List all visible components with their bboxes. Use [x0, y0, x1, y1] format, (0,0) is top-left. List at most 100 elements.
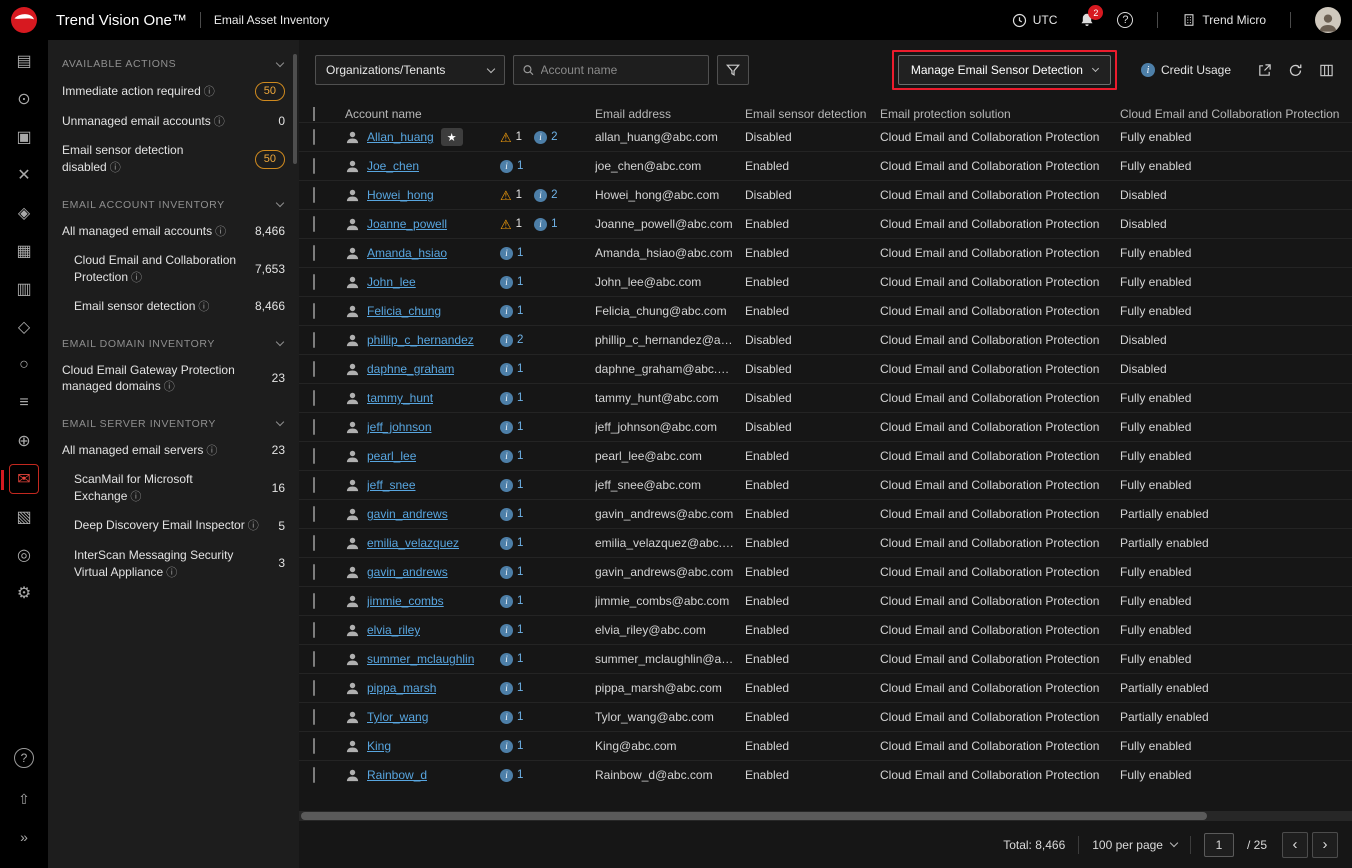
sidebar-item[interactable]: All managed email serversⓘ 23 — [48, 436, 299, 465]
identity-security-icon[interactable]: ≡ — [9, 388, 39, 418]
info-badge[interactable]: i1 — [500, 276, 523, 289]
account-name-link[interactable]: jeff_johnson — [367, 420, 432, 434]
account-name-link[interactable]: Joe_chen — [367, 159, 419, 173]
account-name-link[interactable]: John_lee — [367, 275, 416, 289]
row-checkbox[interactable] — [313, 477, 315, 493]
table-row[interactable]: Joanne_powell ⚠1 i1 Joanne_powell@abc.co… — [299, 209, 1352, 238]
current-page-input[interactable]: 1 — [1204, 833, 1234, 857]
column-header-cloud-email-protection[interactable]: Cloud Email and Collaboration Protection — [1120, 107, 1352, 121]
account-name-link[interactable]: Rainbow_d — [367, 768, 427, 782]
table-row[interactable]: Felicia_chung i1 Felicia_chung@abc.com E… — [299, 296, 1352, 325]
search-icon[interactable]: ○ — [9, 350, 39, 380]
column-header-email-protection-solution[interactable]: Email protection solution — [880, 107, 1120, 121]
account-name-link[interactable]: King — [367, 739, 391, 753]
sidebar-item[interactable]: Deep Discovery Email Inspectorⓘ 5 — [48, 511, 299, 540]
table-row[interactable]: Allan_huang ★ ⚠1 i2 allan_huang@abc.com … — [299, 122, 1352, 151]
row-checkbox[interactable] — [313, 767, 315, 783]
row-checkbox[interactable] — [313, 709, 315, 725]
search-input[interactable] — [541, 63, 700, 77]
account-name-link[interactable]: daphne_graham — [367, 362, 454, 376]
sidebar-item[interactable]: InterScan Messaging Security Virtual App… — [48, 541, 299, 587]
response-management-icon[interactable]: ▦ — [9, 236, 39, 266]
info-badge[interactable]: i1 — [500, 624, 523, 637]
table-row[interactable]: emilia_velazquez i1 emilia_velazquez@abc… — [299, 528, 1352, 557]
info-badge[interactable]: i1 — [500, 537, 523, 550]
sidebar-scrollbar[interactable] — [293, 54, 297, 164]
help-icon[interactable]: ? — [14, 748, 34, 768]
targets-icon[interactable]: ◈ — [9, 198, 39, 228]
refresh-button[interactable] — [1288, 63, 1303, 78]
warning-badge[interactable]: ⚠1 — [500, 218, 522, 231]
filter-button[interactable] — [717, 55, 749, 85]
table-row[interactable]: elvia_riley i1 elvia_riley@abc.com Enabl… — [299, 615, 1352, 644]
help-button[interactable]: ? — [1106, 0, 1144, 40]
table-row[interactable]: summer_mclaughlin i1 summer_mclaughlin@a… — [299, 644, 1352, 673]
row-checkbox[interactable] — [313, 332, 315, 348]
row-checkbox[interactable] — [313, 680, 315, 696]
info-badge[interactable]: i1 — [534, 218, 557, 231]
sidebar-section-header[interactable]: EMAIL SERVER INVENTORY — [48, 408, 299, 436]
reports-icon[interactable]: ▥ — [9, 274, 39, 304]
table-row[interactable]: Tylor_wang i1 Tylor_wang@abc.com Enabled… — [299, 702, 1352, 731]
row-checkbox[interactable] — [313, 622, 315, 638]
row-checkbox[interactable] — [313, 651, 315, 667]
table-row[interactable]: Rainbow_d i1 Rainbow_d@abc.com Enabled C… — [299, 760, 1352, 789]
collapse-rail-icon[interactable]: » — [9, 822, 39, 852]
select-all-checkbox[interactable] — [313, 107, 315, 121]
account-name-link[interactable]: tammy_hunt — [367, 391, 433, 405]
table-row[interactable]: Joe_chen i1 joe_chen@abc.com Enabled Clo… — [299, 151, 1352, 180]
sidebar-item[interactable]: Unmanaged email accountsⓘ 0 — [48, 107, 299, 136]
info-badge[interactable]: i1 — [500, 769, 523, 782]
row-checkbox[interactable] — [313, 390, 315, 406]
sidebar-item[interactable]: Email sensor detection disabledⓘ 50 — [48, 136, 299, 182]
account-name-link[interactable]: Howei_hong — [367, 188, 434, 202]
row-checkbox[interactable] — [313, 129, 315, 145]
sidebar-item[interactable]: Email sensor detectionⓘ 8,466 — [48, 292, 299, 321]
account-name-link[interactable]: elvia_riley — [367, 623, 420, 637]
column-settings-button[interactable] — [1319, 63, 1334, 78]
row-checkbox[interactable] — [313, 738, 315, 754]
next-page-button[interactable]: › — [1312, 832, 1338, 858]
column-header-account-name[interactable]: Account name — [345, 107, 595, 121]
console-export-icon[interactable]: ⇧ — [9, 784, 39, 814]
account-name-link[interactable]: jeff_snee — [367, 478, 416, 492]
sidebar-item[interactable]: Immediate action requiredⓘ 50 — [48, 76, 299, 107]
sidebar-section-header[interactable]: EMAIL ACCOUNT INVENTORY — [48, 189, 299, 217]
endpoint-security-icon[interactable]: ▧ — [9, 502, 39, 532]
account-name-link[interactable]: gavin_andrews — [367, 565, 448, 579]
sidebar-item[interactable]: ScanMail for Microsoft Exchangeⓘ 16 — [48, 465, 299, 511]
row-checkbox[interactable] — [313, 216, 315, 232]
row-checkbox[interactable] — [313, 361, 315, 377]
account-name-link[interactable]: pearl_lee — [367, 449, 416, 463]
info-badge[interactable]: i2 — [534, 189, 557, 202]
table-row[interactable]: John_lee i1 John_lee@abc.com Enabled Clo… — [299, 267, 1352, 296]
table-row[interactable]: daphne_graham i1 daphne_graham@abc.com D… — [299, 354, 1352, 383]
account-name-link[interactable]: emilia_velazquez — [367, 536, 459, 550]
xdr-threat-investigation-icon[interactable]: ✕ — [9, 160, 39, 190]
info-badge[interactable]: i2 — [500, 334, 523, 347]
account-name-link[interactable]: pippa_marsh — [367, 681, 436, 695]
per-page-selector[interactable]: 100 per page — [1092, 838, 1177, 852]
threat-intelligence-icon[interactable]: ◇ — [9, 312, 39, 342]
table-row[interactable]: King i1 King@abc.com Enabled Cloud Email… — [299, 731, 1352, 760]
sidebar-section-header[interactable]: EMAIL DOMAIN INVENTORY — [48, 328, 299, 356]
info-badge[interactable]: i1 — [500, 363, 523, 376]
info-badge[interactable]: i1 — [500, 566, 523, 579]
row-checkbox[interactable] — [313, 274, 315, 290]
table-row[interactable]: phillip_c_hernandez i2 phillip_c_hernand… — [299, 325, 1352, 354]
row-checkbox[interactable] — [313, 564, 315, 580]
timezone-selector[interactable]: UTC — [1001, 0, 1069, 40]
account-name-link[interactable]: Amanda_hsiao — [367, 246, 447, 260]
sidebar-section-header[interactable]: AVAILABLE ACTIONS — [48, 48, 299, 76]
row-checkbox[interactable] — [313, 158, 315, 174]
account-name-link[interactable]: jimmie_combs — [367, 594, 444, 608]
account-name-link[interactable]: summer_mclaughlin — [367, 652, 474, 666]
table-row[interactable]: pippa_marsh i1 pippa_marsh@abc.com Enabl… — [299, 673, 1352, 702]
info-badge[interactable]: i1 — [500, 305, 523, 318]
credit-usage-button[interactable]: i Credit Usage — [1141, 63, 1231, 77]
account-name-link[interactable]: Joanne_powell — [367, 217, 447, 231]
row-checkbox[interactable] — [313, 245, 315, 261]
previous-page-button[interactable]: ‹ — [1282, 832, 1308, 858]
workbench-icon[interactable]: ▣ — [9, 122, 39, 152]
user-menu[interactable] — [1304, 0, 1352, 40]
